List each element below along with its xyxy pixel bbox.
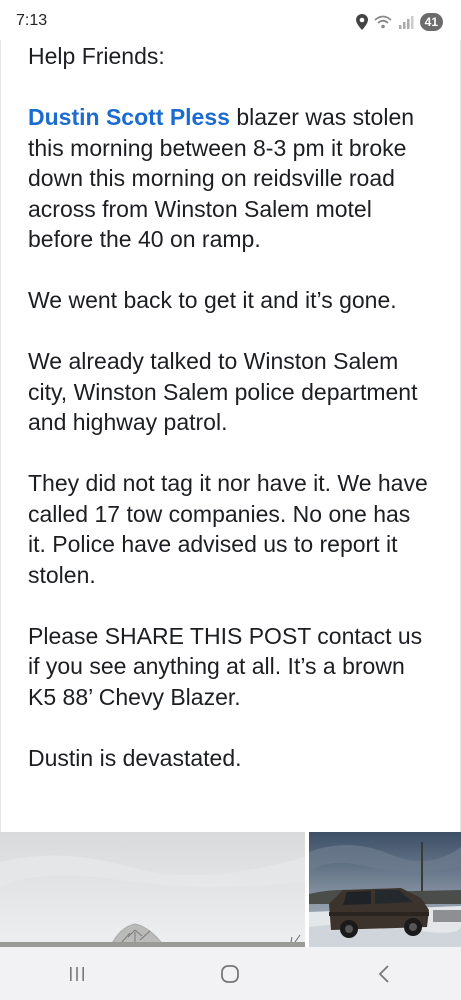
back-icon <box>378 964 389 983</box>
status-time: 7:13 <box>16 12 48 29</box>
status-bar: 7:13 41 <box>0 0 461 40</box>
mention-link[interactable]: Dustin Scott Pless <box>28 104 230 130</box>
status-icons: 41 <box>355 10 443 34</box>
back-button[interactable] <box>354 947 414 1000</box>
post-content: Help Friends: Dustin Scott Pless blazer … <box>0 40 461 832</box>
photo-overcast-sky-trees[interactable] <box>0 832 305 947</box>
recents-button[interactable] <box>47 947 107 1000</box>
post-greeting: Help Friends: <box>28 43 165 69</box>
post-paragraph-2: We went back to get it and it’s gone. <box>28 287 397 313</box>
wifi-icon <box>374 15 392 29</box>
post-paragraph-1: Dustin Scott Pless blazer was stolen thi… <box>28 102 434 255</box>
recents-icon <box>69 966 84 981</box>
post-body: Help Friends: Dustin Scott Pless blazer … <box>1 41 460 773</box>
battery-icon: 41 <box>419 13 443 31</box>
post-paragraph-5: Please SHARE THIS POST contact us if you… <box>28 622 423 710</box>
signal-icon <box>398 16 414 29</box>
photo-chevy-blazer-snow[interactable] <box>309 832 461 947</box>
post-paragraph-3: We already talked to Winston Salem city,… <box>28 348 418 435</box>
photo-grid <box>0 832 461 947</box>
post-paragraph-4: They did not tag it nor have it. We have… <box>28 470 428 588</box>
home-button[interactable] <box>200 947 260 1000</box>
post-paragraph-6: Dustin is devastated. <box>28 744 242 771</box>
navigation-bar <box>0 947 461 1000</box>
home-icon <box>221 964 240 983</box>
location-icon <box>355 14 368 30</box>
